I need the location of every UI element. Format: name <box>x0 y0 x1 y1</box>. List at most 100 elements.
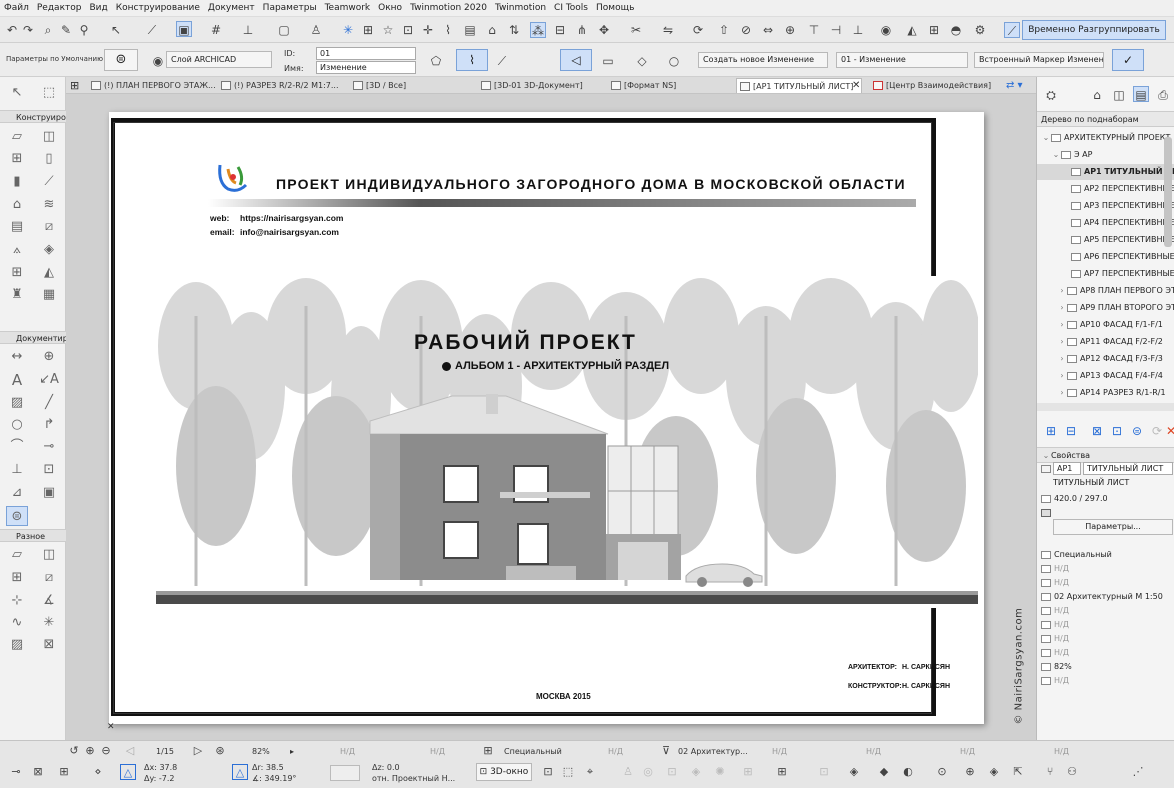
floor-plan-icon[interactable]: ⌂ <box>484 22 500 38</box>
property-name-field[interactable]: ТИТУЛЬНЫЙ ЛИСТ <box>1083 462 1173 475</box>
export-icon[interactable]: ⇱ <box>1010 764 1026 780</box>
eye-icon[interactable]: ◉ <box>150 53 166 69</box>
rotate-icon[interactable]: ⟳ <box>690 22 706 38</box>
drag-icon[interactable]: ✥ <box>596 22 612 38</box>
tree-item-ar6[interactable]: АР6 ПЕРСПЕКТИВНЫЕ <box>1037 249 1174 265</box>
orbit-icon[interactable]: ⌖ <box>582 764 598 780</box>
clip-icon[interactable]: ⊡ <box>816 764 832 780</box>
cut-icon[interactable]: ✂ <box>628 22 644 38</box>
scale-icon[interactable]: ⊽ <box>658 743 674 759</box>
fly-icon[interactable]: ◎ <box>640 764 656 780</box>
tree-root[interactable]: ⌄ АРХИТЕКТУРНЫЙ ПРОЕКТ <box>1037 130 1174 146</box>
next-page-icon[interactable]: ▷ <box>190 743 206 759</box>
reference-level[interactable]: отн. Проектный Н... <box>372 774 455 783</box>
arc-tool-icon[interactable]: ↱ <box>38 415 60 435</box>
mirror-icon[interactable]: ⇋ <box>660 22 676 38</box>
spline-tool-icon[interactable]: ∿ <box>6 613 28 633</box>
tree-scrollbar[interactable] <box>1164 137 1172 247</box>
detail-tool-icon[interactable]: ⊿ <box>6 483 28 503</box>
intersect-icon[interactable]: ⊥ <box>850 22 866 38</box>
polar-delta-icon[interactable]: △ <box>232 764 248 780</box>
create-change-dropdown[interactable]: Создать новое Изменение <box>698 52 828 68</box>
new-master-icon[interactable]: ⊠ <box>1089 423 1105 439</box>
id-field[interactable]: 01 <box>316 47 416 60</box>
marquee-tool-icon[interactable]: ⬚ <box>38 83 60 103</box>
railing-tool-icon[interactable]: ⧄ <box>38 217 60 237</box>
tree-subset[interactable]: ⌄ Э АР <box>1037 147 1174 163</box>
section-document[interactable]: Документирование <box>0 331 66 344</box>
tree-item-ar11[interactable]: › АР11 ФАСАД F/2-F/2 <box>1037 334 1174 350</box>
trim-icon[interactable]: ⊣ <box>828 22 844 38</box>
magic-wand-icon[interactable]: ✳ <box>340 22 356 38</box>
teamwork-icon[interactable]: ⇅ <box>506 22 522 38</box>
layer-combo-icon[interactable]: ▢ <box>276 22 292 38</box>
menu-document[interactable]: Документ <box>208 3 255 13</box>
label-tool-icon[interactable]: ↙A <box>38 370 60 390</box>
wall-end-icon[interactable]: ◫ <box>38 545 60 565</box>
tab-title-sheet[interactable]: [АР1 ТИТУЛЬНЫЙ ЛИСТ] <box>736 78 862 93</box>
menu-view[interactable]: Вид <box>89 3 107 13</box>
eye-icon[interactable]: ◉ <box>878 22 894 38</box>
stretch-icon[interactable]: ⇔ <box>760 22 776 38</box>
resize-icon[interactable]: ⊕ <box>782 22 798 38</box>
project-map-icon[interactable]: ⌂ <box>1089 87 1105 103</box>
radial-dimension-icon[interactable]: ✳ <box>38 613 60 633</box>
hat-icon[interactable]: ◓ <box>948 22 964 38</box>
level-dimension-icon[interactable]: ⊕ <box>38 347 60 367</box>
snap-icon[interactable]: ⊥ <box>240 22 256 38</box>
pick-up-icon[interactable]: ⌕ <box>40 22 56 38</box>
shell-tool-icon[interactable]: ≋ <box>38 195 60 215</box>
publisher-icon[interactable]: ⎙ <box>1155 87 1171 103</box>
distribute-icon[interactable]: ⋔ <box>574 22 590 38</box>
offset-icon[interactable]: ⊡ <box>400 22 416 38</box>
tree-item-ar1[interactable]: АР1 ТИТУЛЬНЫЙ ЛИСТ <box>1037 164 1174 180</box>
dimension-value[interactable]: Н/Д <box>866 747 881 756</box>
camera-box-icon[interactable]: ⊡ <box>540 764 556 780</box>
redo-icon[interactable]: ↷ <box>20 22 36 38</box>
adjust-icon[interactable]: ⊤ <box>806 22 822 38</box>
stair-tool-icon[interactable]: ▤ <box>6 217 28 237</box>
property-id-field[interactable]: АР1 <box>1053 462 1081 475</box>
snapshot-icon[interactable]: ⊙ <box>934 764 950 780</box>
favorites-icon[interactable]: ☆ <box>380 22 396 38</box>
image-icon[interactable]: ▤ <box>462 22 478 38</box>
layout-canvas[interactable]: ПРОЕКТ ИНДИВИДУАЛЬНОГО ЗАГОРОДНОГО ДОМА … <box>66 94 1036 740</box>
polyline-tool-icon[interactable]: ⌒ <box>6 437 28 457</box>
rotated-rectangle-icon[interactable]: ◇ <box>634 53 650 69</box>
layer-combo-value[interactable]: Н/Д <box>430 747 445 756</box>
menu-edit[interactable]: Редактор <box>37 3 82 13</box>
menu-teamwork[interactable]: Teamwork <box>325 3 371 13</box>
settings-icon[interactable]: ⚙ <box>972 22 988 38</box>
scale-value[interactable]: 02 Архитектур... <box>678 747 748 756</box>
tab-overview-icon[interactable]: ⊞ <box>66 78 86 93</box>
cloud-shape-button[interactable]: ◁ <box>560 49 592 71</box>
tab-floor-plan[interactable]: (!) ПЛАН ПЕРВОГО ЭТАЖ... <box>88 78 216 93</box>
elevation-tool-icon[interactable]: ⊡ <box>38 460 60 480</box>
angle-dimension-icon[interactable]: ∡ <box>38 591 60 611</box>
elevate-icon[interactable]: ⇧ <box>716 22 732 38</box>
default-params-label[interactable]: Параметры по Умолчанию <box>6 55 103 63</box>
resize-grip-icon[interactable]: ⋰ <box>1130 764 1146 780</box>
menu-window[interactable]: Окно <box>378 3 402 13</box>
grid-snap-status-icon[interactable]: ⊞ <box>56 764 72 780</box>
tree-item-ar7[interactable]: АР7 ПЕРСПЕКТИВНЫЕ <box>1037 266 1174 282</box>
pen-set-value[interactable]: Н/Д <box>608 747 623 756</box>
curtain-wall-icon[interactable]: ⟑ <box>6 240 28 260</box>
lock-icon[interactable]: ♙ <box>308 22 324 38</box>
model-view-value[interactable]: Н/Д <box>772 747 787 756</box>
filter-icon[interactable]: ⊞ <box>774 764 790 780</box>
render-style-icon[interactable]: ⊞ <box>480 743 496 759</box>
crosshair-icon[interactable]: ✛ <box>420 22 436 38</box>
render-icon[interactable]: ◭ <box>904 22 920 38</box>
section-tool-icon[interactable]: ⊥ <box>6 460 28 480</box>
menu-twinmotion[interactable]: Twinmotion <box>495 3 546 13</box>
arrow-tool-icon[interactable]: ↖ <box>108 22 124 38</box>
shading-icon[interactable]: ◐ <box>900 764 916 780</box>
rotation-value[interactable]: Н/Д <box>340 747 355 756</box>
wall-tool-icon[interactable]: ▱ <box>6 127 28 147</box>
mesh-tool-icon[interactable]: ⊞ <box>6 263 28 283</box>
morph-tool-icon[interactable]: ◈ <box>38 240 60 260</box>
camera-tool-icon[interactable]: ⊠ <box>38 635 60 655</box>
undo-icon[interactable]: ↶ <box>4 22 20 38</box>
zone-tool-icon[interactable]: ◭ <box>38 263 60 283</box>
